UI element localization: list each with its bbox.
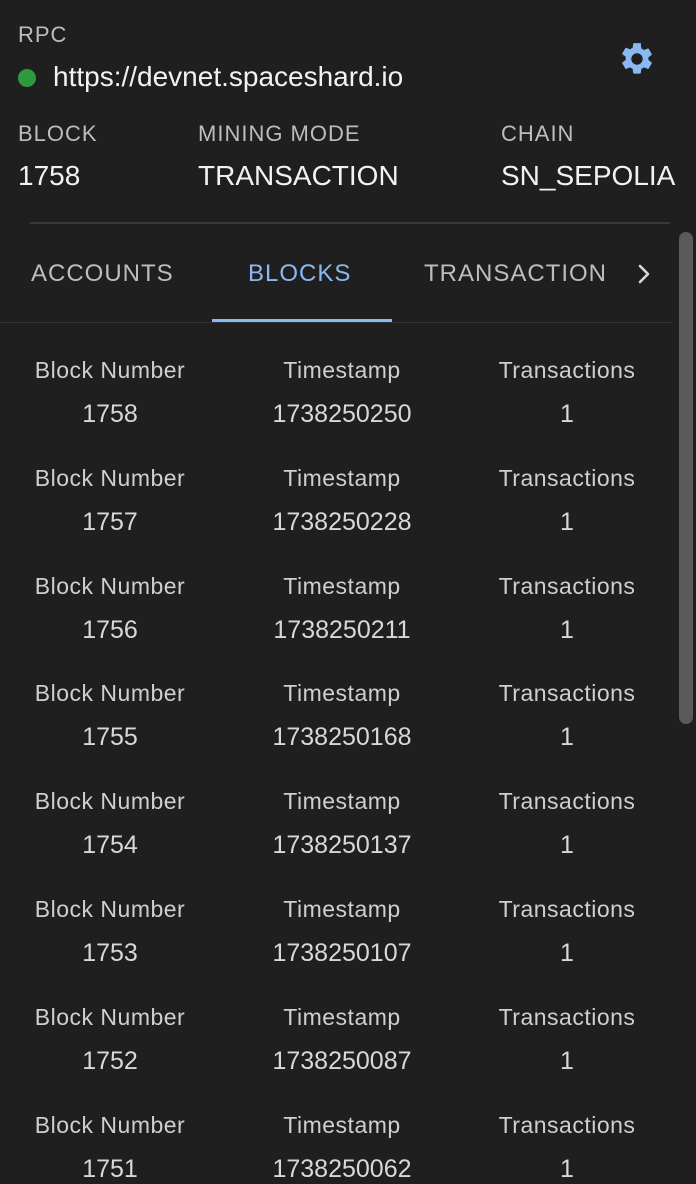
chain-value: SN_SEPOLIA: [501, 160, 676, 191]
transactions-value: 1: [560, 507, 574, 536]
block-value: 1758: [18, 160, 81, 191]
transactions-value: 1: [560, 615, 574, 644]
list-item[interactable]: Block Number Timestamp Transactions 1753…: [0, 862, 672, 970]
tab-transaction[interactable]: TRANSACTION: [424, 260, 607, 288]
transactions-value: 1: [560, 1154, 574, 1183]
block-number-value: 1755: [82, 723, 138, 752]
timestamp-label: Timestamp: [283, 1111, 401, 1138]
transactions-label: Transactions: [498, 572, 636, 599]
list-item[interactable]: Block Number Timestamp Transactions 1757…: [0, 431, 672, 539]
block-number-label: Block Number: [34, 788, 186, 815]
scrollbar-thumb[interactable]: [679, 232, 693, 724]
block-number-value: 1753: [82, 938, 138, 967]
tab-blocks[interactable]: BLOCKS: [248, 260, 351, 288]
tab-accounts[interactable]: ACCOUNTS: [31, 260, 174, 288]
block-number-label: Block Number: [34, 680, 186, 707]
connection-status-dot: [18, 69, 36, 87]
rpc-url: https://devnet.spaceshard.io: [53, 61, 404, 92]
transactions-value: 1: [560, 400, 574, 428]
block-number-label: Block Number: [34, 1003, 186, 1030]
block-number-value: 1756: [82, 615, 138, 644]
list-item[interactable]: Block Number Timestamp Transactions 1754…: [0, 754, 672, 862]
list-item[interactable]: Block Number Timestamp Transactions 1752…: [0, 970, 672, 1078]
timestamp-label: Timestamp: [283, 572, 401, 599]
gear-icon[interactable]: [618, 40, 656, 78]
block-number-value: 1754: [82, 831, 138, 860]
transactions-value: 1: [560, 831, 574, 860]
transactions-value: 1: [560, 723, 574, 752]
timestamp-value: 1738250168: [272, 723, 412, 752]
block-number-value: 1758: [82, 400, 138, 428]
list-item[interactable]: Block Number Timestamp Transactions 1756…: [0, 539, 672, 647]
blocks-list: Block Number Timestamp Transactions 1758…: [0, 323, 672, 1184]
devnet-panel: RPC https://devnet.spaceshard.io BLOCK 1…: [0, 0, 696, 1184]
timestamp-value: 1738250228: [272, 507, 412, 536]
transactions-value: 1: [560, 938, 574, 967]
transactions-label: Transactions: [498, 680, 636, 707]
timestamp-label: Timestamp: [283, 464, 401, 491]
rpc-label: RPC: [18, 22, 68, 47]
block-number-label: Block Number: [34, 895, 186, 922]
transactions-label: Transactions: [498, 357, 636, 383]
timestamp-label: Timestamp: [283, 680, 401, 707]
tab-bar: ACCOUNTS BLOCKS TRANSACTION: [0, 224, 672, 323]
transactions-label: Transactions: [498, 895, 636, 922]
list-item[interactable]: Block Number Timestamp Transactions 1755…: [0, 646, 672, 754]
block-number-value: 1751: [82, 1154, 138, 1183]
block-number-label: Block Number: [34, 1111, 186, 1138]
block-number-label: Block Number: [34, 464, 186, 491]
timestamp-value: 1738250062: [272, 1154, 412, 1183]
timestamp-label: Timestamp: [283, 895, 401, 922]
timestamp-value: 1738250137: [272, 831, 412, 860]
timestamp-label: Timestamp: [283, 357, 401, 383]
timestamp-label: Timestamp: [283, 1003, 401, 1030]
transactions-label: Transactions: [498, 464, 636, 491]
mining-mode-label: MINING MODE: [198, 121, 361, 146]
chevron-right-icon[interactable]: [632, 260, 656, 288]
transactions-label: Transactions: [498, 1111, 636, 1138]
block-number-value: 1752: [82, 1046, 138, 1075]
list-item[interactable]: Block Number Timestamp Transactions 1758…: [0, 323, 672, 431]
transactions-label: Transactions: [498, 788, 636, 815]
timestamp-value: 1738250107: [272, 938, 412, 967]
chain-label: CHAIN: [501, 121, 575, 146]
block-number-label: Block Number: [34, 357, 186, 383]
mining-mode-value: TRANSACTION: [198, 160, 399, 191]
transactions-label: Transactions: [498, 1003, 636, 1030]
transactions-value: 1: [560, 1046, 574, 1075]
block-label: BLOCK: [18, 121, 98, 146]
block-number-label: Block Number: [34, 572, 186, 599]
timestamp-value: 1738250087: [272, 1046, 412, 1075]
list-item[interactable]: Block Number Timestamp Transactions 1751…: [0, 1078, 672, 1184]
timestamp-value: 1738250250: [272, 400, 412, 428]
timestamp-label: Timestamp: [283, 788, 401, 815]
timestamp-value: 1738250211: [273, 615, 411, 644]
block-number-value: 1757: [82, 507, 138, 536]
header: RPC https://devnet.spaceshard.io BLOCK 1…: [0, 0, 696, 224]
